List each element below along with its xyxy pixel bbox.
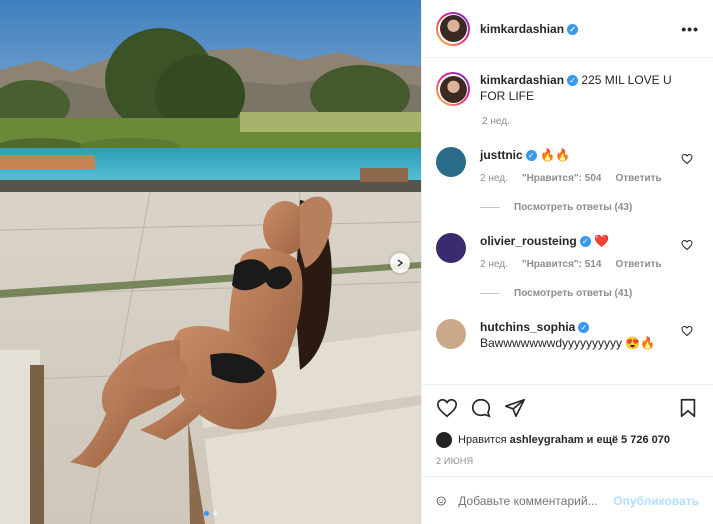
comment-body: olivier_rousteing ✓ ❤️ 2 нед. "Нравится":… (480, 233, 680, 270)
comment-bubble-icon[interactable] (470, 397, 492, 419)
comment-timestamp: 2 нед. (480, 173, 508, 184)
comment-item: justtnic ✓ 🔥🔥 2 нед. "Нравится": 504 Отве… (436, 147, 699, 184)
next-slide-button[interactable] (390, 253, 410, 273)
comment-line: olivier_rousteing ✓ ❤️ (480, 233, 680, 249)
comment-text: 🔥🔥 (540, 148, 570, 162)
publish-button[interactable]: Опубликовать (613, 494, 699, 508)
avatar-image (439, 15, 467, 42)
post-image[interactable] (0, 0, 421, 524)
post-header: kimkardashian ✓ ••• (422, 0, 713, 58)
verified-badge-icon: ✓ (525, 150, 537, 162)
author-avatar[interactable] (436, 11, 470, 46)
comment-line: hutchins_sophia ✓ Bawwwwwwwdyyyyyyyyyy 😍🔥 (480, 319, 680, 351)
verified-badge-icon: ✓ (579, 236, 591, 248)
comment-body: justtnic ✓ 🔥🔥 2 нед. "Нравится": 504 Отве… (480, 147, 680, 184)
likes-count[interactable]: и ещё 5 726 070 (587, 434, 670, 446)
comment-likes-count[interactable]: "Нравится": 504 (522, 173, 602, 184)
replies-divider (480, 207, 500, 208)
caption-text: kimkardashian ✓ 225 MIL LOVE U FOR LIFE (480, 72, 680, 106)
view-replies-label[interactable]: Посмотреть ответы (43) (514, 202, 632, 213)
post-date: 2 ИЮНЯ (436, 456, 474, 466)
comment-likes-count[interactable]: "Нравится": 514 (522, 259, 602, 270)
caption-username[interactable]: kimkardashian (480, 73, 564, 87)
share-send-icon[interactable] (504, 397, 526, 419)
heart-icon[interactable] (681, 153, 693, 165)
author-username-text[interactable]: kimkardashian (480, 22, 564, 36)
reply-button[interactable]: Ответить (615, 173, 661, 184)
comments-list: kimkardashian ✓ 225 MIL LOVE U FOR LIFE 2… (422, 58, 713, 384)
view-replies-label[interactable]: Посмотреть ответы (41) (514, 288, 632, 299)
comment-meta: 2 нед. "Нравится": 504 Ответить (480, 173, 680, 184)
verified-badge-icon: ✓ (567, 75, 579, 87)
view-replies-button[interactable]: Посмотреть ответы (43) (480, 202, 699, 213)
post-side-panel: kimkardashian ✓ ••• kimkardashian ✓ 225 MI… (421, 0, 713, 524)
liker-avatar[interactable] (436, 432, 452, 448)
heart-icon[interactable] (681, 325, 693, 337)
comment-input[interactable] (458, 493, 614, 508)
commenter-avatar[interactable] (436, 233, 466, 263)
view-replies-button[interactable]: Посмотреть ответы (41) (480, 288, 699, 299)
emoji-picker-icon[interactable] (436, 490, 446, 512)
commenter-username[interactable]: justtnic (480, 148, 523, 162)
caption-timestamp: 2 нед. (482, 116, 510, 127)
like-heart-icon[interactable] (436, 397, 458, 419)
comment-body: hutchins_sophia ✓ Bawwwwwwwdyyyyyyyyyy 😍🔥 (480, 319, 680, 351)
add-comment-bar: Опубликовать (422, 476, 713, 524)
author-username[interactable]: kimkardashian ✓ (480, 22, 579, 36)
comment-line: justtnic ✓ 🔥🔥 (480, 147, 680, 163)
comment-item: hutchins_sophia ✓ Bawwwwwwwdyyyyyyyyyy 😍🔥 (436, 319, 699, 351)
instagram-post: kimkardashian ✓ ••• kimkardashian ✓ 225 MI… (0, 0, 713, 524)
caption-author-avatar[interactable] (436, 72, 470, 106)
commenter-avatar[interactable] (436, 319, 466, 349)
comment-text: ❤️ (594, 234, 609, 248)
comment-meta: 2 нед. "Нравится": 514 Ответить (480, 259, 680, 270)
commenter-username[interactable]: hutchins_sophia (480, 320, 575, 334)
avatar-inner (438, 74, 468, 104)
comment-item: olivier_rousteing ✓ ❤️ 2 нед. "Нравится":… (436, 233, 699, 270)
post-actions-bar (422, 384, 713, 430)
commenter-username[interactable]: olivier_rousteing (480, 234, 577, 248)
carousel-dot-active (203, 511, 209, 516)
bookmark-save-icon[interactable] (677, 397, 699, 419)
likes-summary: Нравится ashleygraham и ещё 5 726 070 (422, 430, 713, 450)
avatar-image (439, 75, 467, 103)
more-options-icon[interactable]: ••• (681, 21, 699, 37)
replies-divider (480, 293, 500, 294)
carousel-indicator (0, 511, 421, 516)
reply-button[interactable]: Ответить (615, 259, 661, 270)
post-caption: kimkardashian ✓ 225 MIL LOVE U FOR LIFE (436, 72, 699, 106)
carousel-dot (212, 511, 218, 516)
comment-text: Bawwwwwwwdyyyyyyyyyy 😍🔥 (480, 336, 656, 350)
comment-timestamp: 2 нед. (480, 259, 508, 270)
verified-badge-icon: ✓ (578, 322, 590, 334)
heart-icon[interactable] (681, 239, 693, 251)
liker-username[interactable]: ashleygraham (510, 434, 584, 446)
likes-prefix: Нравится (458, 434, 507, 446)
avatar-inner (438, 13, 468, 44)
commenter-avatar[interactable] (436, 147, 466, 177)
chevron-right-icon (397, 259, 404, 267)
verified-badge-icon: ✓ (567, 23, 579, 35)
post-photo (0, 0, 421, 524)
